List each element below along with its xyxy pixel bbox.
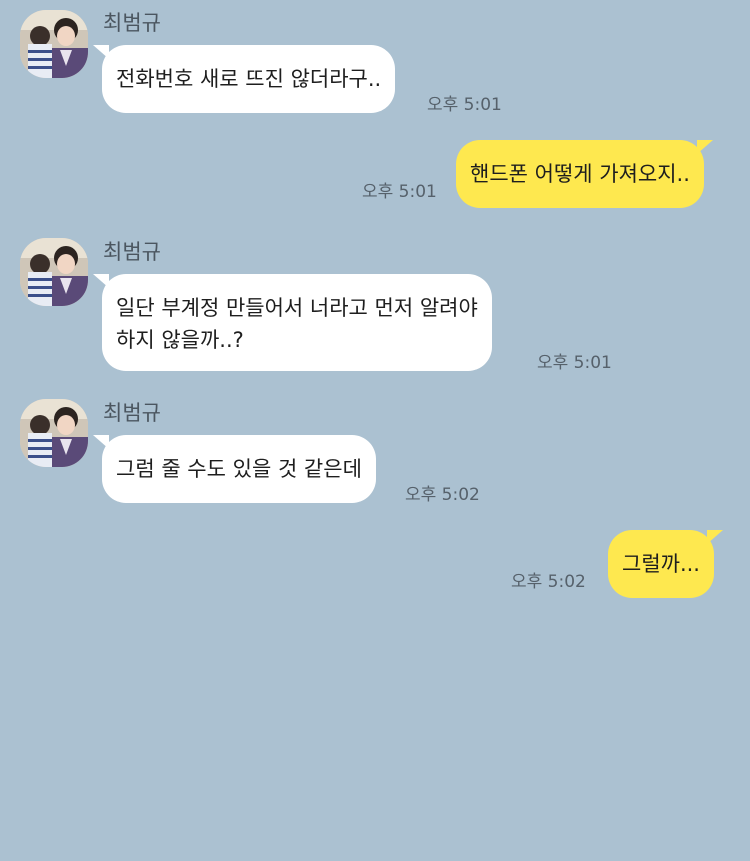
sender-name: 최범규	[103, 240, 161, 264]
avatar-photo-icon	[20, 10, 88, 78]
sender-name: 최범규	[103, 401, 161, 425]
avatar-photo-icon	[20, 399, 88, 467]
message-timestamp: 오후 5:01	[427, 95, 502, 115]
message-bubble-outgoing[interactable]: 핸드폰 어떻게 가져오지..	[456, 140, 713, 208]
sender-avatar[interactable]	[20, 238, 88, 306]
message-timestamp: 오후 5:02	[511, 572, 586, 592]
sender-avatar[interactable]	[20, 399, 88, 467]
message-bubble-incoming[interactable]: 그럼 줄 수도 있을 것 같은데	[93, 435, 376, 503]
message-bubble-incoming[interactable]: 전화번호 새로 뜨진 않더라구..	[92, 45, 396, 113]
message-timestamp: 오후 5:02	[405, 485, 480, 505]
avatar-photo-icon	[20, 238, 88, 306]
message-timestamp: 오후 5:01	[537, 353, 612, 373]
sender-name: 최범규	[103, 11, 161, 35]
sender-avatar[interactable]	[20, 10, 88, 78]
chat-message-list[interactable]: 최범규 전화번호 새로 뜨진 않더라구.. 오후 5:01 오후 5:01 핸드…	[0, 0, 750, 861]
message-bubble-outgoing[interactable]: 그럴까...	[608, 530, 723, 598]
message-timestamp: 오후 5:01	[362, 182, 437, 202]
message-bubble-incoming[interactable]: 일단 부계정 만들어서 너라고 먼저 알려야 하지 않을까..?	[93, 274, 492, 371]
